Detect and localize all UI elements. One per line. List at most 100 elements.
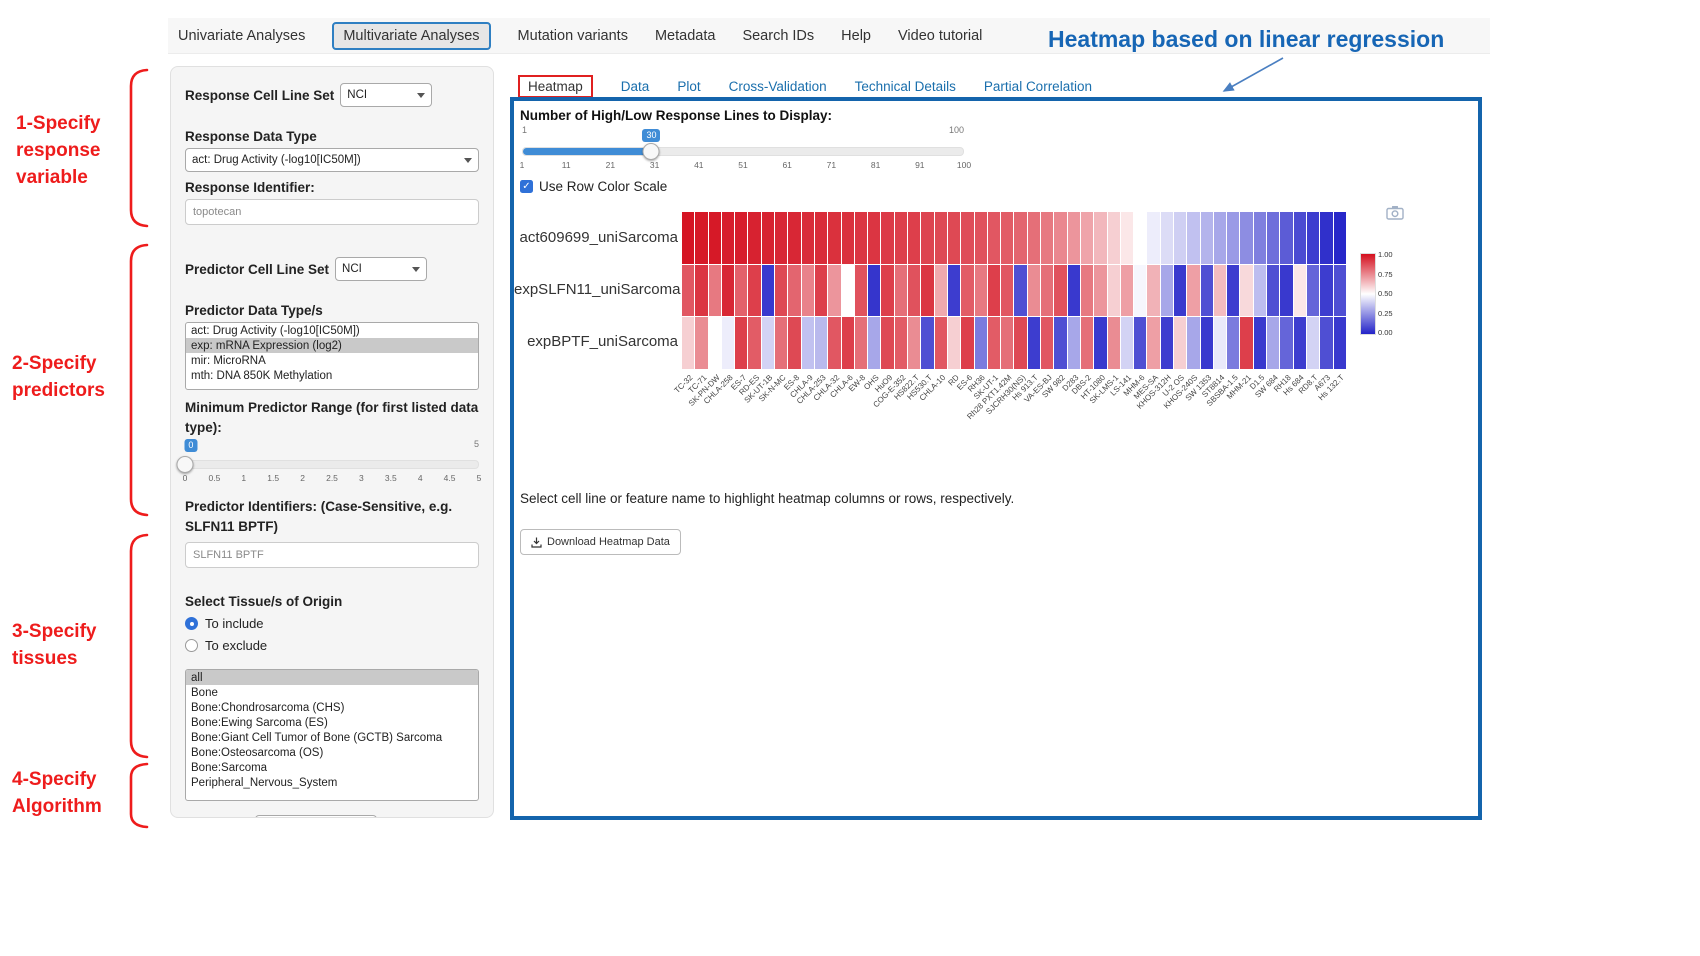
- heatmap-cell[interactable]: [709, 212, 721, 264]
- heatmap-cell[interactable]: [1240, 317, 1252, 369]
- range-slider-track[interactable]: [185, 460, 479, 469]
- heatmap-cell[interactable]: [815, 212, 827, 264]
- heatmap-cell[interactable]: [1161, 265, 1173, 317]
- heatmap-cell[interactable]: [1307, 212, 1319, 264]
- heatmap-cell[interactable]: [1121, 212, 1133, 264]
- heatmap-cell[interactable]: [682, 317, 694, 369]
- heatmap-cell[interactable]: [1240, 212, 1252, 264]
- heatmap-cell[interactable]: [1028, 265, 1040, 317]
- tab-data[interactable]: Data: [621, 79, 650, 94]
- heatmap-cell[interactable]: [802, 212, 814, 264]
- heatmap-cell[interactable]: [1187, 265, 1199, 317]
- heatmap-cell[interactable]: [1174, 212, 1186, 264]
- heatmap-cell[interactable]: [1174, 317, 1186, 369]
- heatmap-cell[interactable]: [1041, 317, 1053, 369]
- heatmap-cell[interactable]: [895, 265, 907, 317]
- tissue-option[interactable]: Peripheral_Nervous_System: [186, 775, 478, 790]
- heatmap-cell[interactable]: [935, 317, 947, 369]
- nav-item-video-tutorial[interactable]: Video tutorial: [898, 28, 982, 44]
- heatmap-cell[interactable]: [975, 212, 987, 264]
- min-predictor-range-slider[interactable]: 5 0 00.511.522.533.544.55: [185, 439, 479, 487]
- heatmap-cell[interactable]: [1054, 265, 1066, 317]
- heatmap-cell[interactable]: [855, 265, 867, 317]
- nav-item-mutation-variants[interactable]: Mutation variants: [518, 28, 628, 44]
- heatmap-cell[interactable]: [1134, 317, 1146, 369]
- heatmap-cell[interactable]: [1187, 212, 1199, 264]
- heatmap-cell[interactable]: [1134, 265, 1146, 317]
- heatmap-cell[interactable]: [1121, 265, 1133, 317]
- heatmap-cell[interactable]: [1334, 265, 1346, 317]
- heatmap-cell[interactable]: [1201, 265, 1213, 317]
- heatmap-cell[interactable]: [961, 265, 973, 317]
- heatmap-cell[interactable]: [908, 317, 920, 369]
- heatmap-cell[interactable]: [1108, 317, 1120, 369]
- row-color-scale-checkbox[interactable]: ✓: [520, 180, 533, 193]
- heatmap-cell[interactable]: [881, 212, 893, 264]
- heatmap-cell[interactable]: [1014, 265, 1026, 317]
- heatmap-cell[interactable]: [1108, 265, 1120, 317]
- heatmap-cell[interactable]: [709, 265, 721, 317]
- heatmap-cell[interactable]: [895, 317, 907, 369]
- tissue-exclude-radio[interactable]: [185, 639, 198, 652]
- heatmap-cell[interactable]: [1320, 212, 1332, 264]
- tissue-option[interactable]: Bone:Osteosarcoma (OS): [186, 745, 478, 760]
- heatmap-cell[interactable]: [1334, 317, 1346, 369]
- heatmap-cell[interactable]: [881, 317, 893, 369]
- heatmap-cell[interactable]: [1227, 212, 1239, 264]
- heatmap-cell[interactable]: [868, 212, 880, 264]
- heatmap-cell[interactable]: [1028, 317, 1040, 369]
- heatmap-cell[interactable]: [1161, 317, 1173, 369]
- heatmap-cell[interactable]: [1214, 265, 1226, 317]
- heatmap-cell[interactable]: [921, 265, 933, 317]
- heatmap-cell[interactable]: [735, 265, 747, 317]
- heatmap-cell[interactable]: [921, 317, 933, 369]
- response-data-type-select[interactable]: act: Drug Activity (-log10[IC50M]): [185, 148, 479, 172]
- heatmap-cell[interactable]: [895, 212, 907, 264]
- heatmap-cell[interactable]: [948, 317, 960, 369]
- tissue-option[interactable]: Bone:Ewing Sarcoma (ES): [186, 715, 478, 730]
- heatmap-cell[interactable]: [762, 265, 774, 317]
- heatmap-cell[interactable]: [1254, 317, 1266, 369]
- heatmap-cell[interactable]: [948, 265, 960, 317]
- heatmap-cell[interactable]: [695, 212, 707, 264]
- tissue-include-radio[interactable]: [185, 617, 198, 630]
- algorithm-select[interactable]: Linear Regression: [255, 815, 377, 818]
- heatmap-cell[interactable]: [1094, 317, 1106, 369]
- heatmap-cell[interactable]: [1068, 317, 1080, 369]
- heatmap-cell[interactable]: [868, 317, 880, 369]
- heatmap-cell[interactable]: [709, 317, 721, 369]
- heatmap-cell[interactable]: [1267, 265, 1279, 317]
- lines-slider-handle[interactable]: [643, 143, 660, 160]
- heatmap-cell[interactable]: [695, 265, 707, 317]
- heatmap-cell[interactable]: [1227, 317, 1239, 369]
- camera-icon[interactable]: [1386, 205, 1404, 225]
- heatmap-cell[interactable]: [775, 212, 787, 264]
- tissue-option[interactable]: Bone: [186, 685, 478, 700]
- heatmap-cell[interactable]: [1294, 212, 1306, 264]
- response-identifier-input[interactable]: [185, 199, 479, 225]
- heatmap-cell[interactable]: [988, 212, 1000, 264]
- tissue-option[interactable]: Bone:Sarcoma: [186, 760, 478, 775]
- nav-item-multivariate-analyses[interactable]: Multivariate Analyses: [332, 22, 490, 50]
- heatmap-cell[interactable]: [1280, 317, 1292, 369]
- heatmap-cell[interactable]: [1054, 317, 1066, 369]
- heatmap-cell[interactable]: [961, 317, 973, 369]
- range-slider-handle[interactable]: [177, 456, 194, 473]
- heatmap-cell[interactable]: [855, 212, 867, 264]
- heatmap-cell[interactable]: [802, 317, 814, 369]
- heatmap-cell[interactable]: [788, 212, 800, 264]
- heatmap-cell[interactable]: [1254, 265, 1266, 317]
- heatmap-cell[interactable]: [1147, 212, 1159, 264]
- heatmap-cell[interactable]: [1227, 265, 1239, 317]
- heatmap-cell[interactable]: [1001, 212, 1013, 264]
- heatmap-cell[interactable]: [1068, 212, 1080, 264]
- heatmap-cell[interactable]: [921, 212, 933, 264]
- heatmap-cell[interactable]: [695, 317, 707, 369]
- tab-cross-validation[interactable]: Cross-Validation: [729, 79, 827, 94]
- heatmap-cell[interactable]: [975, 317, 987, 369]
- heatmap-cell[interactable]: [1294, 265, 1306, 317]
- predictor-data-type-option[interactable]: act: Drug Activity (-log10[IC50M]): [186, 323, 478, 338]
- heatmap-cell[interactable]: [1334, 212, 1346, 264]
- heatmap-cell[interactable]: [1201, 212, 1213, 264]
- heatmap-cell[interactable]: [1254, 212, 1266, 264]
